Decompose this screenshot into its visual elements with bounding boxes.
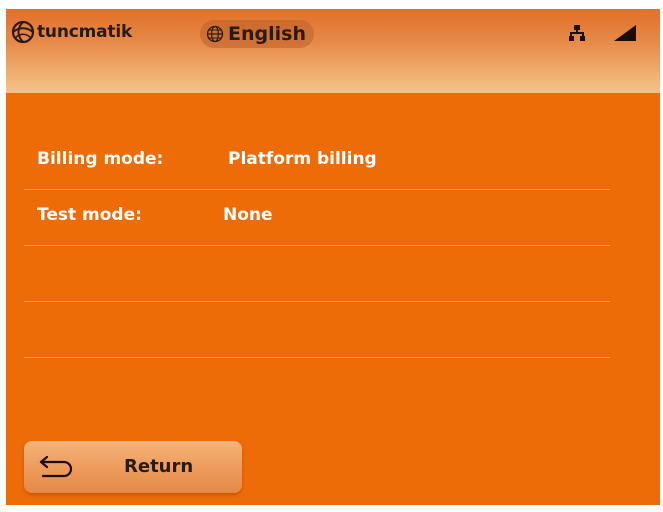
device-screen: tuncmatik English Billing mode: Platform… (6, 9, 660, 505)
network-icon (569, 25, 585, 45)
header-bar: tuncmatik English (6, 9, 660, 93)
info-row-empty (24, 301, 610, 358)
info-row-billing-mode: Billing mode: Platform billing (24, 133, 610, 190)
info-row-empty (24, 245, 610, 302)
test-mode-label: Test mode: (37, 205, 142, 225)
language-label: English (228, 23, 306, 45)
return-button[interactable]: Return (24, 441, 242, 493)
brand-name: tuncmatik (37, 22, 133, 42)
brand-logo: tuncmatik (11, 20, 132, 44)
billing-mode-value: Platform billing (228, 149, 377, 169)
language-selector[interactable]: English (200, 20, 314, 48)
test-mode-value: None (223, 205, 273, 225)
globe-icon (206, 25, 228, 43)
info-row-test-mode: Test mode: None (24, 189, 610, 246)
tuncmatik-logo-icon (11, 20, 35, 44)
return-label: Return (124, 456, 194, 477)
signal-icon (614, 25, 636, 45)
billing-mode-label: Billing mode: (37, 149, 164, 169)
